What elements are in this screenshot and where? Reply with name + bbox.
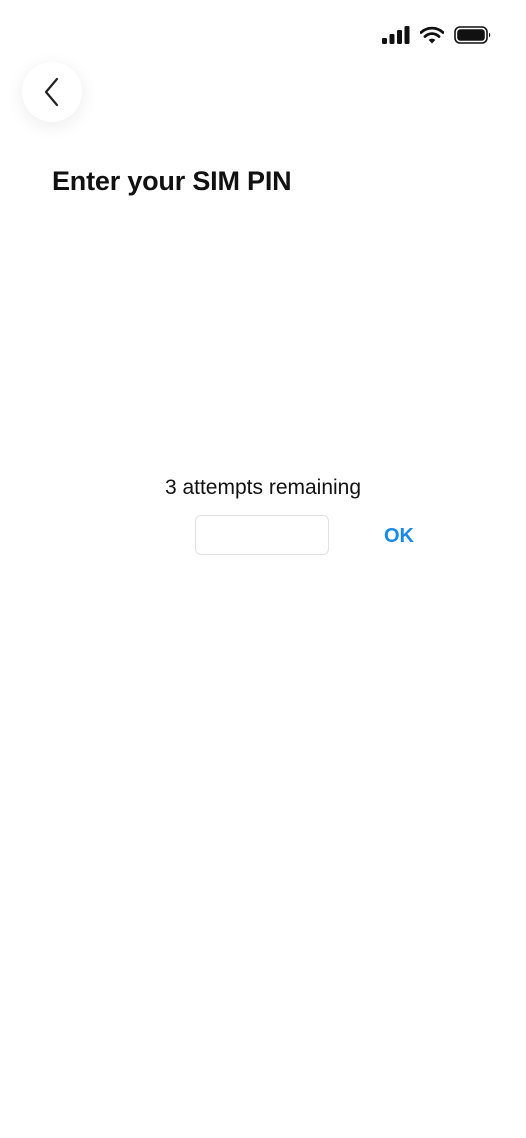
sim-pin-input[interactable] [195, 515, 329, 555]
chevron-left-icon [42, 77, 62, 107]
status-bar [382, 22, 492, 48]
page-title: Enter your SIM PIN [52, 166, 292, 196]
attempts-remaining-text: 3 attempts remaining [164, 476, 362, 499]
battery-icon [454, 26, 492, 44]
back-button[interactable] [22, 62, 82, 122]
cellular-signal-icon [382, 26, 410, 44]
wifi-icon [420, 26, 444, 44]
ok-button[interactable]: OK [380, 520, 418, 552]
sim-pin-screen: Enter your SIM PIN 3 attempts remaining … [0, 0, 526, 1138]
